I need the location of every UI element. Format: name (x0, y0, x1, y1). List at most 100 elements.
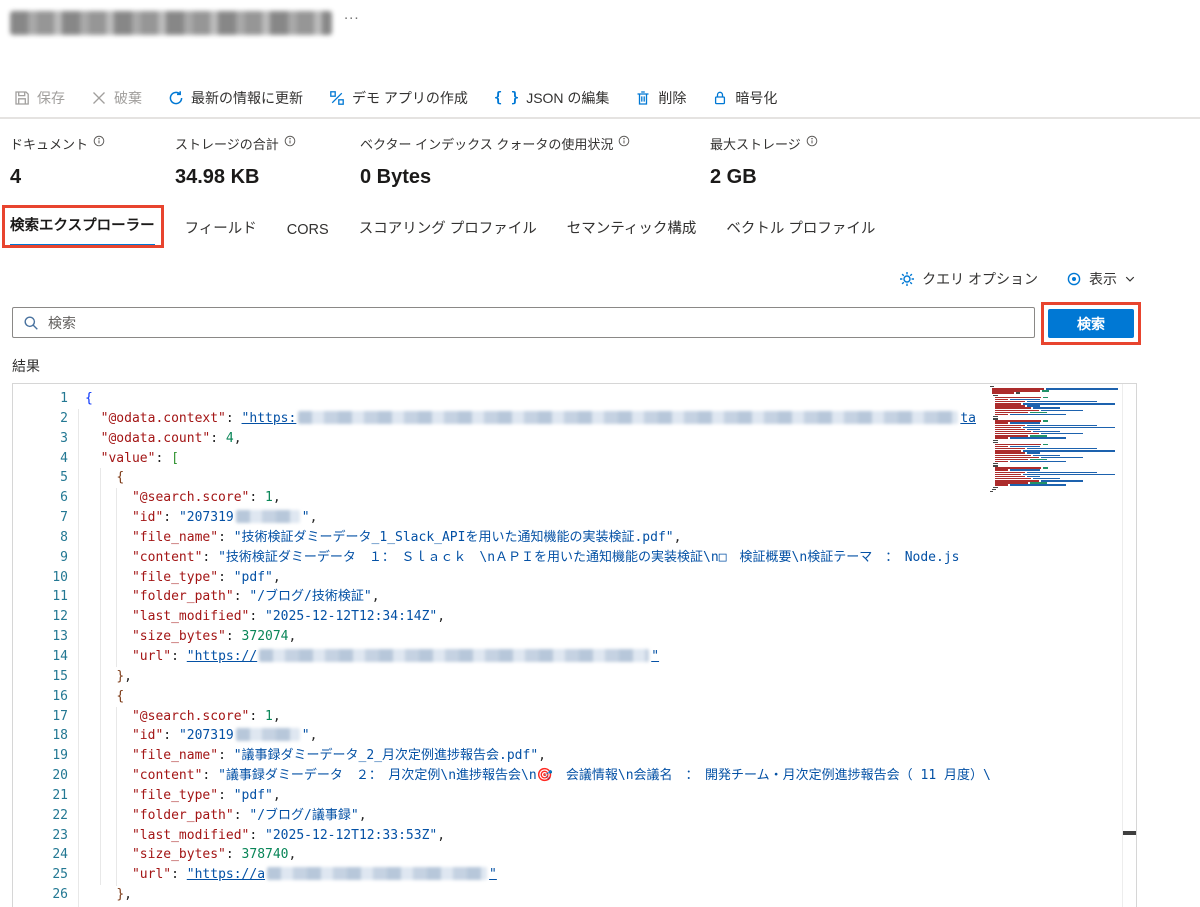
search-input[interactable]: 検索 (12, 307, 1035, 338)
results-json-editor[interactable]: 1{2 "@odata.context": "https: ta 3 "@odata… (12, 383, 1137, 907)
stat-3: 最大ストレージ 2 GB (710, 134, 818, 189)
stat-0: ドキュメント 4 (10, 134, 105, 189)
editor-scrollbar-track[interactable] (1122, 384, 1136, 907)
code-line: 3 "@odata.count": 4, (13, 429, 991, 449)
code-line: 21 "file_type": "pdf", (13, 786, 991, 806)
stat-label: ドキュメント (10, 137, 89, 152)
stat-label: ベクター インデックス クォータの使用状況 (360, 137, 614, 152)
redacted-value (298, 410, 959, 424)
tab-4[interactable]: セマンティック構成 (567, 217, 697, 247)
line-number: 17 (52, 708, 68, 724)
code-line: 4 "value": [ (13, 449, 991, 469)
editor-scrollbar-marker[interactable] (1123, 831, 1136, 835)
gear-icon (899, 271, 915, 287)
json-edit-icon: { } (493, 90, 520, 106)
editor-minimap[interactable] (990, 386, 1122, 493)
info-icon[interactable] (806, 135, 818, 147)
search-icon (23, 315, 39, 331)
discard-icon (91, 90, 107, 106)
code-line: 16 { (13, 687, 991, 707)
query-actions: クエリ オプション 表示 (899, 269, 1136, 289)
line-number: 4 (60, 450, 68, 466)
line-number: 26 (52, 887, 68, 903)
view-dropdown[interactable]: 表示 (1066, 269, 1136, 289)
code-line: 7 "id": "207319 ", (13, 508, 991, 528)
results-label: 結果 (12, 358, 40, 374)
redacted-value (235, 510, 300, 524)
azure-search-index-page: ... 保存 破棄 最新の情報に更新 デモ アプリの作成 { } JSON の編集 削除 暗号… (0, 0, 1200, 907)
tab-bar: 検索エクスプローラー フィールド CORS スコアリング プロファイル セマンティック構… (2, 205, 875, 248)
line-number: 11 (52, 589, 68, 605)
line-number: 8 (60, 529, 68, 545)
line-number: 3 (60, 430, 68, 446)
delete-button[interactable]: 削除 (635, 88, 686, 108)
stat-value: 0 Bytes (360, 166, 432, 188)
info-icon[interactable] (618, 135, 630, 147)
view-icon (1066, 271, 1082, 287)
info-icon[interactable] (284, 135, 296, 147)
tab-1[interactable]: フィールド (185, 217, 257, 247)
demo-app-label: デモ アプリの作成 (352, 90, 468, 106)
redacted-value (259, 648, 650, 662)
code-area[interactable]: 1{2 "@odata.context": "https: ta 3 "@odata… (13, 384, 991, 907)
stat-value: 4 (10, 166, 22, 188)
info-icon[interactable] (93, 135, 105, 147)
chevron-down-icon (1124, 273, 1136, 285)
tab-3[interactable]: スコアリング プロファイル (359, 217, 537, 247)
code-line: 6 "@search.score": 1, (13, 488, 991, 508)
stat-label: 最大ストレージ (710, 137, 801, 152)
line-number: 18 (52, 728, 68, 744)
line-number: 2 (60, 410, 68, 426)
code-line: 20 "content": "議事録ダミーデータ ２： 月次定例\n進捗報告会\… (13, 766, 991, 786)
stat-value: 34.98 KB (175, 166, 260, 188)
toolbar-divider (0, 117, 1200, 119)
line-number: 10 (52, 569, 68, 585)
title-overflow-ellipsis[interactable]: ... (344, 6, 360, 23)
code-line: 2 "@odata.context": "https: ta (13, 409, 991, 429)
query-options-label: クエリ オプション (922, 271, 1038, 287)
line-number: 25 (52, 867, 68, 883)
line-number: 23 (52, 827, 68, 843)
save-icon (14, 90, 30, 106)
line-number: 1 (60, 391, 68, 406)
line-number: 14 (52, 648, 68, 664)
query-options-button[interactable]: クエリ オプション (899, 269, 1038, 289)
save-button[interactable]: 保存 (14, 88, 65, 108)
tab-0[interactable]: 検索エクスプローラー (2, 205, 164, 248)
json-edit-label: JSON の編集 (526, 90, 610, 106)
code-line: 9 "content": "技術検証ダミーデータ １： Ｓｌａｃｋ \nＡＰＩを… (13, 548, 991, 568)
refresh-icon (168, 90, 184, 106)
command-bar: 保存 破棄 最新の情報に更新 デモ アプリの作成 { } JSON の編集 削除 暗号化 (14, 83, 777, 113)
stat-value: 2 GB (710, 166, 757, 188)
code-line: 22 "folder_path": "/ブログ/議事録", (13, 806, 991, 826)
json-edit-button[interactable]: { } JSON の編集 (494, 88, 610, 108)
tab-5[interactable]: ベクトル プロファイル (726, 217, 875, 247)
encryption-button[interactable]: 暗号化 (712, 88, 777, 108)
code-line: 13 "size_bytes": 372074, (13, 627, 991, 647)
line-number: 9 (60, 549, 68, 565)
save-label: 保存 (37, 90, 65, 106)
demo-app-icon (329, 90, 345, 106)
code-line: 26 }, (13, 885, 991, 905)
indent-guide (78, 409, 79, 907)
code-line: 19 "file_name": "議事録ダミーデータ_2_月次定例進捗報告会.p… (13, 746, 991, 766)
line-number: 22 (52, 807, 68, 823)
indent-guide (116, 488, 117, 667)
line-number: 19 (52, 748, 68, 764)
indent-guide (100, 468, 101, 885)
code-line: 25 "url": "https://a " (13, 865, 991, 885)
code-line: 14 "url": "https://" (13, 647, 991, 667)
discard-button[interactable]: 破棄 (91, 88, 142, 108)
code-line: 10 "file_type": "pdf", (13, 568, 991, 588)
line-number: 16 (52, 688, 68, 704)
code-line: 11 "folder_path": "/ブログ/技術検証", (13, 587, 991, 607)
redacted-value (267, 867, 488, 881)
discard-label: 破棄 (114, 90, 142, 106)
encryption-label: 暗号化 (735, 90, 778, 106)
encryption-icon (712, 90, 728, 106)
demo-app-button[interactable]: デモ アプリの作成 (329, 88, 468, 108)
refresh-button[interactable]: 最新の情報に更新 (168, 88, 303, 108)
stat-1: ストレージの合計 34.98 KB (175, 134, 296, 189)
search-button[interactable]: 検索 (1048, 309, 1134, 338)
tab-2[interactable]: CORS (287, 222, 329, 247)
